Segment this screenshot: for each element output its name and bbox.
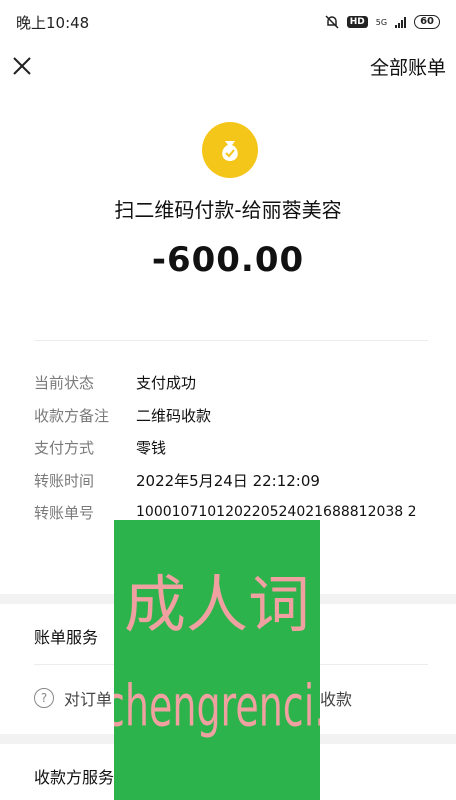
detail-label: 支付方式 — [34, 438, 95, 457]
detail-value: 二维码收款 — [136, 406, 212, 425]
detail-row-payment-method: 支付方式 零钱 — [34, 432, 444, 462]
money-bag-icon — [222, 141, 238, 161]
all-bills-button[interactable]: 全部账单 — [370, 53, 446, 80]
watermark-domain: chengrenci.com — [114, 673, 320, 739]
merchant-avatar — [202, 122, 258, 178]
help-icon: ? — [34, 688, 54, 708]
mute-bell-icon — [325, 15, 339, 29]
close-icon — [13, 57, 31, 75]
detail-value: 2022年5月24日 22:12:09 — [136, 471, 320, 490]
status-time: 晚上10:48 — [16, 13, 90, 32]
top-bar: 全部账单 — [0, 44, 456, 88]
transaction-title: 扫二维码付款-给丽蓉美容 — [114, 198, 342, 222]
order-link-label: 对订单 — [64, 690, 113, 709]
transaction-amount: -600.00 — [151, 240, 305, 280]
bill-service-title: 账单服务 — [34, 628, 99, 647]
detail-label: 当前状态 — [34, 373, 95, 392]
watermark-chinese: 成人词 — [123, 568, 310, 641]
hd-badge: HD — [346, 16, 368, 28]
detail-row-payee-note: 收款方备注 二维码收款 — [34, 400, 444, 430]
close-button[interactable] — [8, 52, 36, 80]
order-link-suffix[interactable]: 收款 — [320, 686, 352, 710]
detail-value: 支付成功 — [136, 373, 197, 392]
divider — [34, 340, 428, 341]
payee-service-title: 收款方服务 — [34, 768, 115, 787]
detail-row-status: 当前状态 支付成功 — [34, 367, 444, 397]
order-link[interactable]: ? 对订单 — [34, 686, 112, 710]
detail-value: 零钱 — [136, 438, 167, 457]
detail-value: 100010710120220524021688812038 2 — [136, 504, 417, 520]
status-icons: HD 5G 60 — [325, 15, 440, 29]
detail-row-transfer-time: 转账时间 2022年5月24日 22:12:09 — [34, 465, 444, 495]
watermark-overlay: 成人词 chengrenci.com — [114, 520, 320, 800]
status-bar: 晚上10:48 HD 5G 60 — [0, 0, 456, 44]
detail-label: 收款方备注 — [34, 406, 110, 425]
network-type: 5G — [375, 17, 388, 27]
detail-label: 转账时间 — [34, 471, 95, 490]
battery-icon: 60 — [414, 15, 440, 29]
signal-icon — [395, 16, 407, 28]
